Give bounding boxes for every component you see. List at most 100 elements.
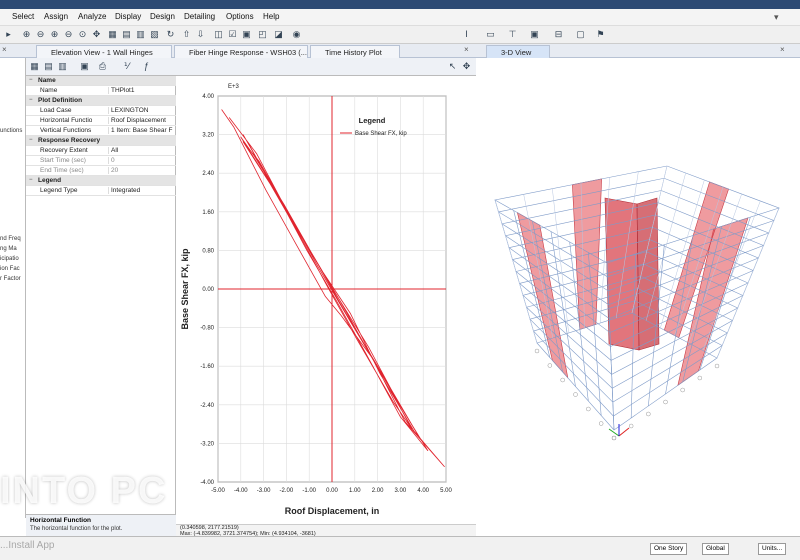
display-options-icon[interactable]: ◉: [290, 28, 303, 41]
explorer-item[interactable]: nd Freq: [0, 236, 21, 242]
property-row[interactable]: Recovery Extent All: [26, 146, 176, 156]
building-3d-model[interactable]: [477, 58, 800, 536]
categorized-icon[interactable]: ▣: [78, 60, 91, 73]
pan-icon[interactable]: ✥: [90, 28, 103, 41]
close-icon[interactable]: ×: [780, 45, 785, 54]
property-row[interactable]: Start Time (sec) 0: [26, 156, 176, 166]
category-response-recovery[interactable]: − Response Recovery: [26, 136, 176, 146]
legend-title: Legend: [359, 116, 386, 125]
property-value[interactable]: 20: [108, 167, 174, 174]
perspective-icon[interactable]: ◫: [212, 28, 225, 41]
property-value[interactable]: THPlot1: [108, 87, 174, 94]
collapse-icon[interactable]: −: [29, 177, 33, 183]
zoom-fit-icon[interactable]: ⊙: [76, 28, 89, 41]
category-name[interactable]: − Name: [26, 76, 176, 86]
y-tick-label: -3.20: [200, 441, 214, 447]
category-label: Plot Definition: [38, 97, 83, 104]
slab-icon[interactable]: ⚑: [594, 28, 607, 41]
help-icon[interactable]: ▾: [774, 12, 779, 23]
menu-display[interactable]: Display: [115, 12, 141, 21]
menu-analyze[interactable]: Analyze: [78, 12, 106, 21]
move-up-icon[interactable]: ⇧: [180, 28, 193, 41]
move-down-icon[interactable]: ⇩: [194, 28, 207, 41]
zoom-in-icon[interactable]: ⊕: [20, 28, 33, 41]
category-label: Response Recovery: [38, 137, 101, 144]
property-value[interactable]: Integrated: [108, 187, 174, 194]
property-value[interactable]: Roof Displacement: [108, 117, 174, 124]
menu-detailing[interactable]: Detailing: [184, 12, 215, 21]
print-icon[interactable]: ⎙: [96, 60, 109, 73]
support-marker: [573, 392, 578, 397]
text-icon[interactable]: I: [460, 28, 473, 41]
open-icon[interactable]: ▤: [42, 60, 55, 73]
property-row[interactable]: End Time (sec) 20: [26, 166, 176, 176]
hysteresis-chart: -5.00 -4.00 -3.00 -2.00 -1.00 0.00 1.00 2.00 3.0…: [176, 76, 476, 524]
save-icon[interactable]: ▦: [28, 60, 41, 73]
pointer-icon[interactable]: ↖: [446, 60, 459, 73]
property-key: Vertical Functions: [40, 127, 92, 134]
column-icon[interactable]: ⊤: [506, 28, 519, 41]
view-xz-icon[interactable]: ▥: [134, 28, 147, 41]
frame-icon[interactable]: ▭: [484, 28, 497, 41]
units-icon[interactable]: ⅟: [120, 60, 133, 73]
x-axis-triad: [618, 427, 630, 437]
formula-icon[interactable]: ƒ: [140, 60, 153, 73]
property-row[interactable]: Legend Type Integrated: [26, 186, 176, 196]
rotate-icon[interactable]: ↻: [164, 28, 177, 41]
brace-icon[interactable]: ▣: [528, 28, 541, 41]
menu-assign[interactable]: Assign: [44, 12, 68, 21]
collapse-icon[interactable]: −: [29, 137, 33, 143]
collapse-icon[interactable]: −: [29, 97, 33, 103]
explorer-item[interactable]: r Factor: [0, 276, 21, 282]
3d-view-panel[interactable]: [477, 58, 800, 536]
property-value[interactable]: 0: [108, 157, 174, 164]
beam-icon[interactable]: ⊟: [552, 28, 565, 41]
support-marker: [560, 377, 565, 383]
units-button[interactable]: Units...: [758, 543, 787, 555]
menu-help[interactable]: Help: [263, 12, 279, 21]
zoom-window-icon[interactable]: ⊕: [48, 28, 61, 41]
menu-design[interactable]: Design: [150, 12, 175, 21]
export-icon[interactable]: ▥: [56, 60, 69, 73]
zoom-previous-icon[interactable]: ⊖: [62, 28, 75, 41]
wall-icon[interactable]: ▢: [574, 28, 587, 41]
property-row[interactable]: Name THPlot1: [26, 86, 176, 96]
explorer-item[interactable]: ion Fac: [0, 266, 20, 272]
tab-3d-view[interactable]: 3-D View: [486, 45, 550, 58]
category-plot-definition[interactable]: − Plot Definition: [26, 96, 176, 106]
menu-options[interactable]: Options: [226, 12, 254, 21]
menu-select[interactable]: Select: [12, 12, 34, 21]
description-text: The horizontal function for the plot.: [30, 526, 123, 532]
collapse-icon[interactable]: −: [29, 77, 33, 83]
zoom-out-icon[interactable]: ⊖: [34, 28, 47, 41]
close-icon[interactable]: ×: [2, 45, 7, 54]
explorer-item[interactable]: icipatio: [0, 256, 19, 262]
property-value[interactable]: All: [108, 147, 174, 154]
property-grid: − Name Name THPlot1 − Plot Definition Lo…: [26, 76, 176, 514]
move-icon[interactable]: ✥: [460, 60, 473, 73]
set-display-icon[interactable]: ☑: [226, 28, 239, 41]
story-mode-select[interactable]: One Story: [650, 543, 688, 555]
tab-elevation-view[interactable]: Elevation View - 1 Wall Hinges: [36, 45, 172, 58]
explorer-item[interactable]: ng Ma: [0, 246, 17, 252]
view-yz-icon[interactable]: ▧: [148, 28, 161, 41]
explorer-item[interactable]: unctions: [0, 128, 22, 134]
tab-fiber-hinge-response[interactable]: Fiber Hinge Response - WSH03 (...: [174, 45, 308, 58]
tab-time-history-plot[interactable]: Time History Plot: [310, 45, 400, 58]
property-row[interactable]: Vertical Functions 1 Item: Base Shear F: [26, 126, 176, 136]
property-value[interactable]: 1 Item: Base Shear F: [108, 127, 174, 134]
close-icon[interactable]: ×: [464, 45, 469, 54]
coordinate-system-select[interactable]: Global: [702, 543, 729, 555]
main-toolbar: ▸ ⊕ ⊖ ⊕ ⊖ ⊙ ✥ ▦ ▤ ▥ ▧ ↻ ⇧ ⇩ ◫ ☑ ▣ ◰ ◪ ◉ …: [0, 26, 800, 44]
property-row[interactable]: Load Case LEXINGTON: [26, 106, 176, 116]
category-legend[interactable]: − Legend: [26, 176, 176, 186]
extrude-icon[interactable]: ◰: [256, 28, 269, 41]
property-value[interactable]: LEXINGTON: [108, 107, 174, 114]
property-row[interactable]: Horizontal Function Roof Displacement: [26, 116, 176, 126]
view-xy-icon[interactable]: ▤: [120, 28, 133, 41]
view-3d-icon[interactable]: ▦: [106, 28, 119, 41]
object-fill-icon[interactable]: ◪: [272, 28, 285, 41]
shrink-icon[interactable]: ▣: [240, 28, 253, 41]
run-icon[interactable]: ▸: [2, 28, 15, 41]
x-tick-label: 2.00: [372, 488, 384, 494]
